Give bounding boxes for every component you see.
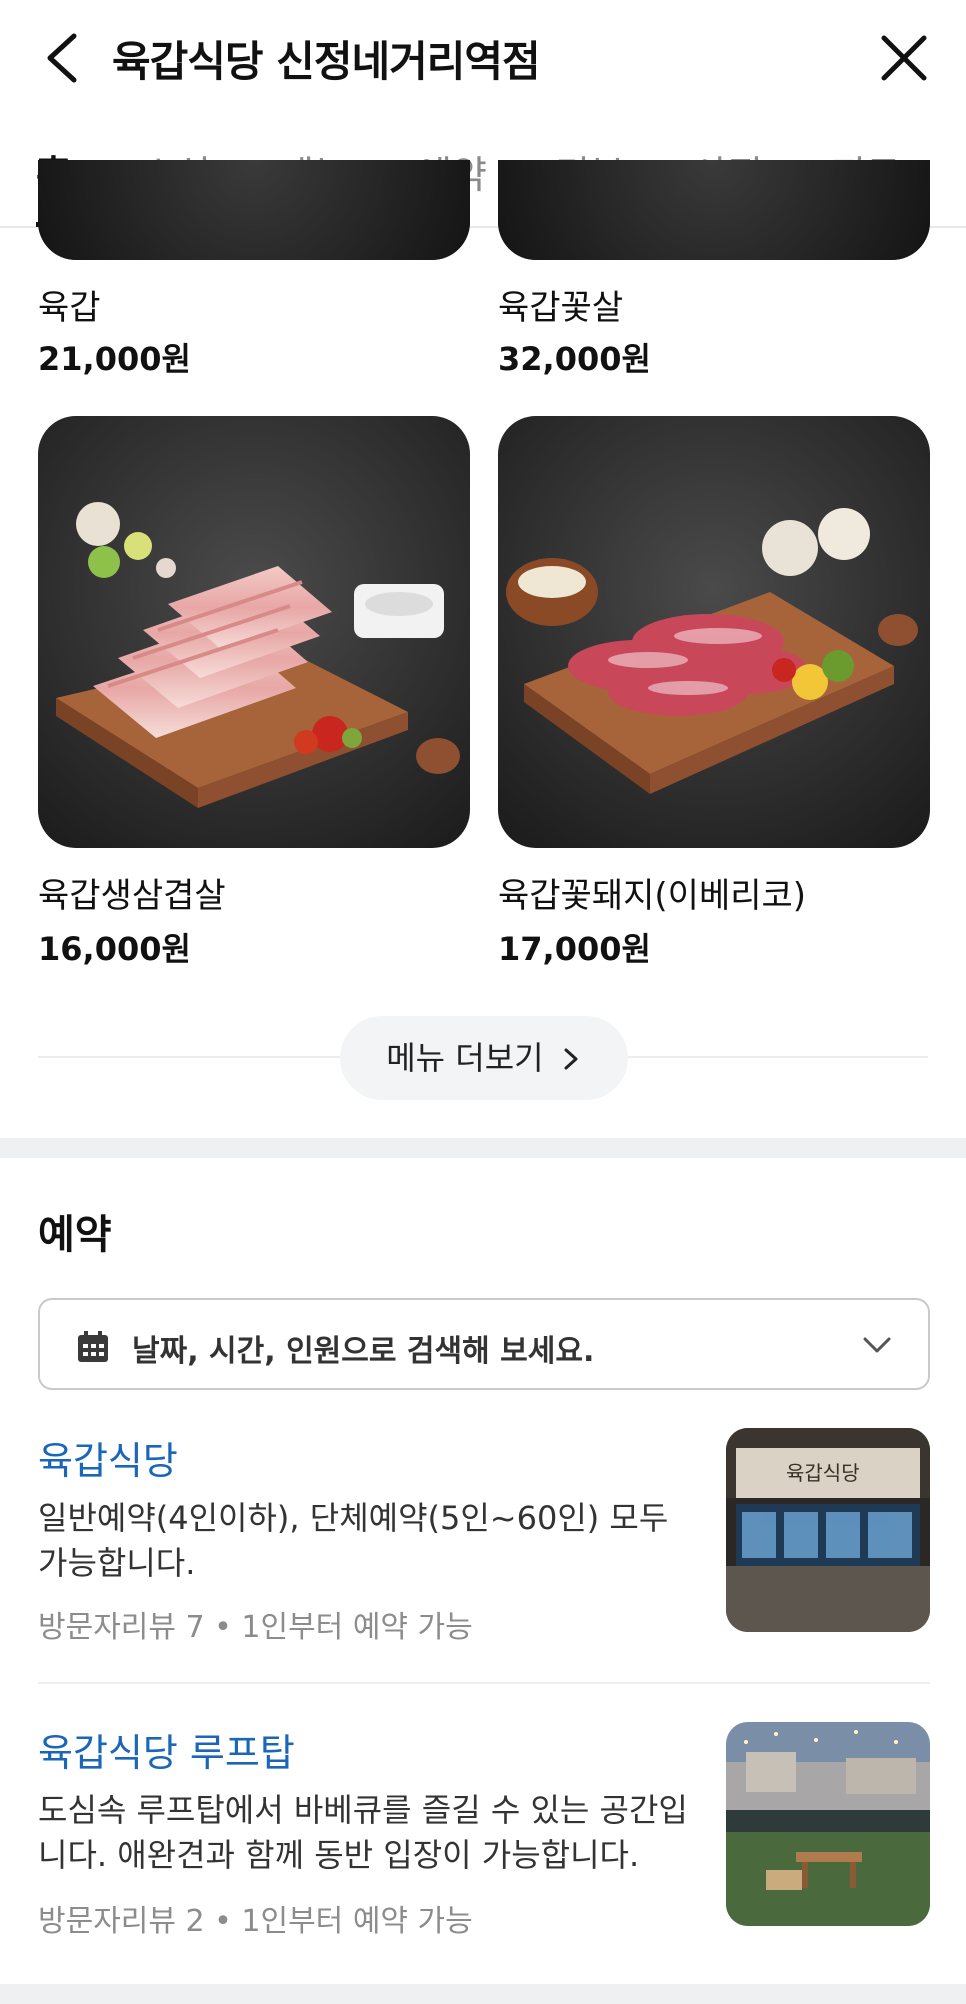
menu-item-name[interactable]: 육갑꽃살 <box>498 280 623 329</box>
storefront-sign-text: 육갑식당 <box>786 1461 860 1485</box>
menu-image-yukgap[interactable] <box>38 160 470 260</box>
reservation-item-title[interactable]: 육갑식당 <box>38 1430 178 1485</box>
reservation-search-placeholder: 날짜, 시간, 인원으로 검색해 보세요. <box>132 1334 595 1369</box>
reservation-item-description: 일반예약(4인이하), 단체예약(5인~60인) 모두 가능합니다. <box>38 1499 669 1582</box>
reservation-item-image[interactable] <box>726 1722 930 1926</box>
reservation-search-box[interactable]: 날짜, 시간, 인원으로 검색해 보세요. <box>38 1298 930 1390</box>
menu-item-price: 16,000원 <box>38 930 191 968</box>
menu-image-iberico[interactable] <box>498 416 930 848</box>
menu-item-name[interactable]: 육갑생삼겹살 <box>38 868 226 917</box>
reservation-item-meta: 방문자리뷰 2 • 1인부터 예약 가능 <box>38 1904 473 1939</box>
section-divider <box>0 1138 966 1158</box>
divider <box>38 1682 930 1684</box>
menu-item-name[interactable]: 육갑꽃돼지(이베리코) <box>498 868 806 917</box>
app-header: 육갑식당 신정네거리역점 <box>0 0 966 118</box>
page-title: 육갑식당 신정네거리역점 <box>112 37 541 86</box>
menu-item-price: 21,000원 <box>38 340 191 378</box>
more-menu-button[interactable]: 메뉴 더보기 <box>340 1016 628 1100</box>
menu-image-pork-belly[interactable] <box>38 416 470 848</box>
back-button[interactable] <box>38 30 88 86</box>
menu-item-name[interactable]: 육갑 <box>38 280 101 329</box>
calendar-icon <box>78 1331 108 1362</box>
menu-item-price: 32,000원 <box>498 340 651 378</box>
section-divider <box>0 1984 966 2004</box>
menu-item-price: 17,000원 <box>498 930 651 968</box>
chevron-left-icon <box>47 33 77 83</box>
chevron-down-icon <box>863 1337 891 1353</box>
chevron-right-icon <box>564 1048 578 1070</box>
menu-image-yukgap-kkotsal[interactable] <box>498 160 930 260</box>
reservation-item-meta: 방문자리뷰 7 • 1인부터 예약 가능 <box>38 1610 473 1645</box>
reservation-item-description: 도심속 루프탑에서 바베큐를 즐길 수 있는 공간입니다. 애완견과 함께 동반… <box>38 1791 688 1874</box>
reservation-item-image[interactable]: 육갑식당 <box>726 1428 930 1632</box>
close-icon <box>881 35 927 81</box>
reservation-item-title[interactable]: 육갑식당 루프탑 <box>38 1722 295 1777</box>
close-button[interactable] <box>876 30 932 86</box>
reservation-section-title: 예약 <box>38 1212 112 1258</box>
more-menu-label: 메뉴 더보기 <box>386 1039 544 1077</box>
